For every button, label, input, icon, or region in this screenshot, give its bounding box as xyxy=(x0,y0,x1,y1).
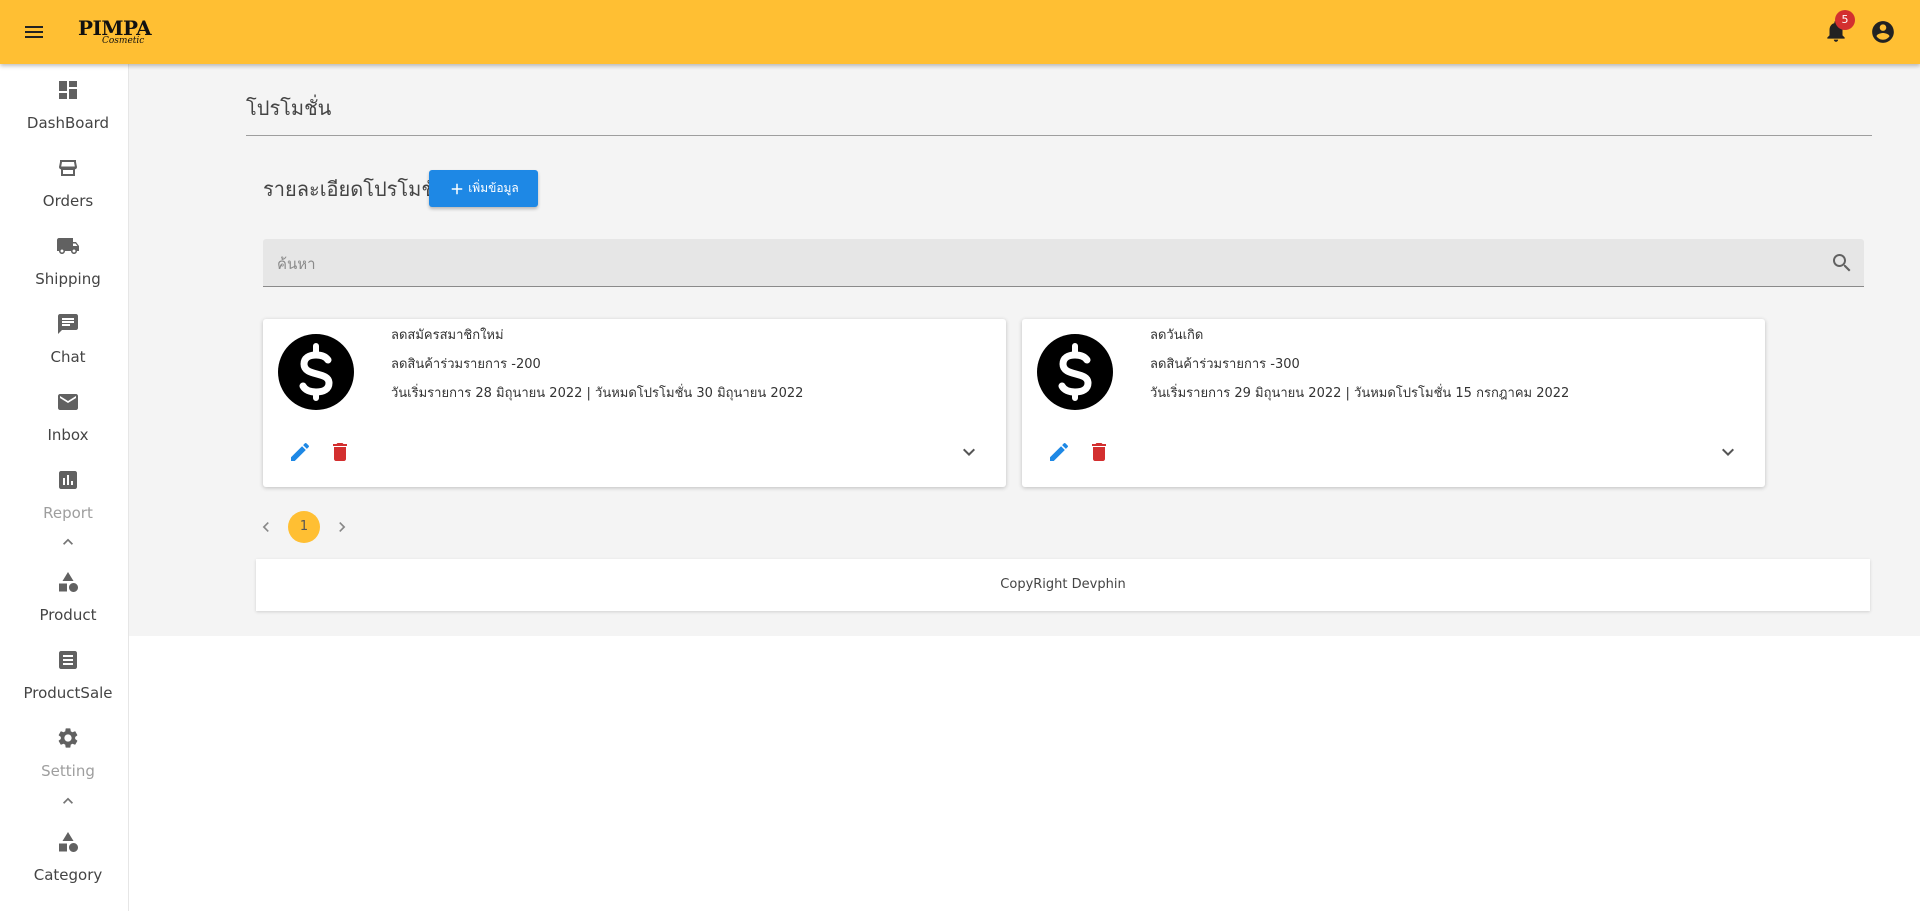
sidebar-item-report[interactable]: Report xyxy=(8,468,128,522)
top-app-bar: PIMPA Cosmetic 5 xyxy=(0,0,1920,64)
store-icon xyxy=(59,160,77,176)
search-field xyxy=(263,239,1864,287)
collapse-setting-toggle[interactable] xyxy=(58,791,78,811)
delete-icon[interactable] xyxy=(328,440,352,464)
plus-icon xyxy=(451,183,463,194)
sidebar-item-label: Setting xyxy=(41,762,95,780)
promotion-name: ลดวันเกิด xyxy=(1150,328,1204,343)
sidebar-item-label: ProductSale xyxy=(23,684,113,702)
chat-icon xyxy=(58,314,78,334)
copyright-text: CopyRight Devphin xyxy=(1000,577,1126,592)
sidebar-item-category[interactable]: Category xyxy=(8,830,128,884)
delete-icon[interactable] xyxy=(1087,440,1111,464)
sidebar-item-setting[interactable]: Setting xyxy=(8,726,128,780)
sidebar-item-label: Orders xyxy=(42,192,94,210)
logo[interactable]: PIMPA Cosmetic xyxy=(78,16,152,46)
chevron-up-icon xyxy=(63,538,73,545)
add-button-label: เพิ่มข้อมูล xyxy=(468,181,519,195)
chevron-down-icon[interactable] xyxy=(1716,440,1740,464)
report-icon xyxy=(59,471,77,489)
chevron-up-icon xyxy=(63,797,73,804)
gear-icon xyxy=(58,728,78,748)
edit-icon[interactable] xyxy=(1047,440,1071,464)
sidebar-item-shipping[interactable]: Shipping xyxy=(8,234,128,288)
chevron-down-icon[interactable] xyxy=(957,440,981,464)
sidebar: DashBoard Orders Shipping Chat Inbox Rep… xyxy=(8,64,129,911)
footer: CopyRight Devphin xyxy=(256,559,1870,611)
sidebar-item-label: DashBoard xyxy=(26,114,110,132)
add-promotion-button[interactable]: เพิ่มข้อมูล xyxy=(429,170,538,207)
promotion-discount: ลดสินค้าร่วมรายการ -300 xyxy=(1150,357,1300,372)
sidebar-item-label: Shipping xyxy=(35,270,101,288)
promotion-name: ลดสมัครสมาชิกใหม่ xyxy=(391,328,504,343)
logo-text: PIMPA xyxy=(78,16,152,40)
mail-icon xyxy=(58,394,78,410)
sidebar-item-chat[interactable]: Chat xyxy=(8,312,128,366)
sidebar-item-label: Inbox xyxy=(47,426,89,444)
notification-badge: 5 xyxy=(1835,10,1855,30)
search-icon[interactable] xyxy=(1830,251,1854,275)
previous-page-icon[interactable] xyxy=(256,517,276,537)
promotion-details: ลดวันเกิด ลดสินค้าร่วมรายการ -300 วันเริ… xyxy=(1150,327,1569,414)
truck-icon xyxy=(57,238,79,254)
sidebar-item-label: Category xyxy=(33,866,103,884)
page-button-current[interactable]: 1 xyxy=(288,511,320,543)
collapse-report-toggle[interactable] xyxy=(58,532,78,552)
promotion-card: ลดสมัครสมาชิกใหม่ ลดสินค้าร่วมรายการ -20… xyxy=(263,319,1006,487)
sidebar-item-label: Chat xyxy=(50,348,86,366)
divider xyxy=(246,135,1872,136)
page-title: โปรโมชั่น xyxy=(246,96,332,120)
sidebar-item-inbox[interactable]: Inbox xyxy=(8,390,128,444)
section-title: รายละเอียดโปรโมชั่น xyxy=(263,177,449,201)
promotion-details: ลดสมัครสมาชิกใหม่ ลดสินค้าร่วมรายการ -20… xyxy=(391,327,803,414)
search-input[interactable] xyxy=(275,251,1819,277)
account-circle-icon[interactable] xyxy=(1870,19,1896,45)
promotion-discount: ลดสินค้าร่วมรายการ -200 xyxy=(391,357,541,372)
hamburger-menu-icon[interactable] xyxy=(22,20,46,44)
dollar-icon xyxy=(1037,334,1113,410)
dashboard-icon xyxy=(59,81,77,99)
next-page-icon[interactable] xyxy=(332,517,352,537)
sidebar-item-label: Report xyxy=(43,504,93,522)
promotion-dates: วันเริ่มรายการ 28 มิถุนายน 2022 | วันหมด… xyxy=(391,386,804,401)
edit-icon[interactable] xyxy=(288,440,312,464)
sidebar-item-label: Product xyxy=(39,606,97,624)
sidebar-item-orders[interactable]: Orders xyxy=(8,156,128,210)
logo-subtext: Cosmetic xyxy=(102,36,145,46)
promotion-dates: วันเริ่มรายการ 29 มิถุนายน 2022 | วันหมด… xyxy=(1150,386,1570,401)
sidebar-item-dashboard[interactable]: DashBoard xyxy=(8,78,128,132)
list-icon xyxy=(59,651,77,669)
sidebar-item-product[interactable]: Product xyxy=(8,570,128,624)
category-icon xyxy=(59,832,78,852)
sidebar-item-productsale[interactable]: ProductSale xyxy=(8,648,128,702)
category-icon xyxy=(59,572,78,592)
promotion-card: ลดวันเกิด ลดสินค้าร่วมรายการ -300 วันเริ… xyxy=(1022,319,1765,487)
dollar-icon xyxy=(278,334,354,410)
